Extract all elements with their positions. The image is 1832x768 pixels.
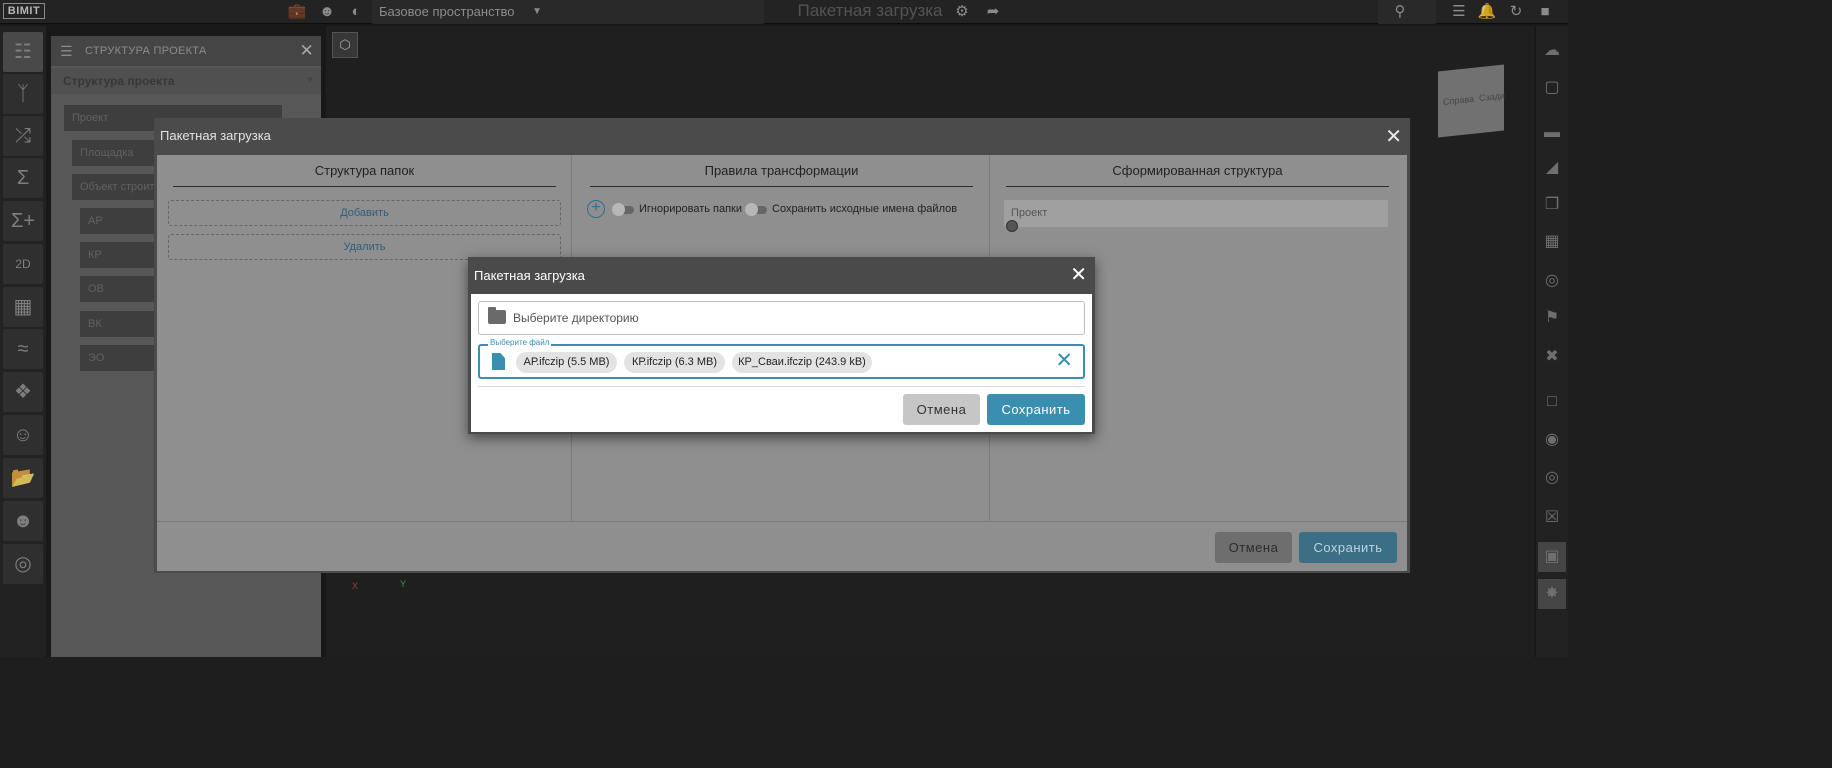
dialog-title: Пакетная загрузка (474, 268, 585, 283)
close-icon[interactable]: ✕ (1070, 262, 1087, 287)
file-field-label: Выберите файл (488, 338, 552, 347)
divider (478, 386, 1085, 387)
dialog-body: Выберите директорию Выберите файл АР.ifc… (471, 294, 1092, 432)
keep-names-label: Сохранить исходные имена файлов (772, 203, 958, 215)
save-button[interactable]: Сохранить (1299, 532, 1397, 563)
folder-icon (488, 307, 506, 324)
file-chip[interactable]: АР.ifczip (5.5 MB) (516, 352, 617, 373)
rules-column-title: Правила трансформации (590, 163, 973, 187)
dialog-footer: Отмена Сохранить (157, 521, 1407, 571)
keep-names-toggle[interactable] (745, 203, 767, 216)
expand-icon[interactable] (1006, 220, 1018, 232)
select-files-dialog: Пакетная загрузка ✕ Выберите директорию … (468, 257, 1095, 434)
file-field[interactable]: Выберите файл АР.ifczip (5.5 MB) КР.ifcz… (478, 338, 1085, 379)
cancel-button[interactable]: Отмена (903, 394, 980, 425)
add-folder-button[interactable]: Добавить (168, 200, 561, 226)
ignore-folders-toggle[interactable] (612, 203, 634, 216)
directory-field[interactable]: Выберите директорию (478, 301, 1085, 335)
clear-icon[interactable]: ✕ (1055, 348, 1073, 373)
ignore-folders-label: Игнорировать папки (639, 203, 743, 215)
close-icon[interactable]: ✕ (1385, 124, 1402, 149)
result-column-title: Сформированная структура (1006, 163, 1389, 187)
folders-column-title: Структура папок (173, 163, 556, 187)
file-chip[interactable]: КР_Сваи.ifczip (243.9 kB) (732, 352, 872, 373)
file-icon (492, 353, 505, 370)
result-tree-root[interactable]: Проект (1004, 200, 1388, 227)
file-chip[interactable]: КР.ifczip (6.3 MB) (624, 352, 725, 373)
save-button[interactable]: Сохранить (987, 394, 1085, 425)
add-rule-icon[interactable]: + (587, 200, 605, 218)
dialog-title: Пакетная загрузка (160, 128, 271, 143)
directory-placeholder: Выберите директорию (513, 311, 639, 325)
cancel-button[interactable]: Отмена (1215, 532, 1292, 563)
